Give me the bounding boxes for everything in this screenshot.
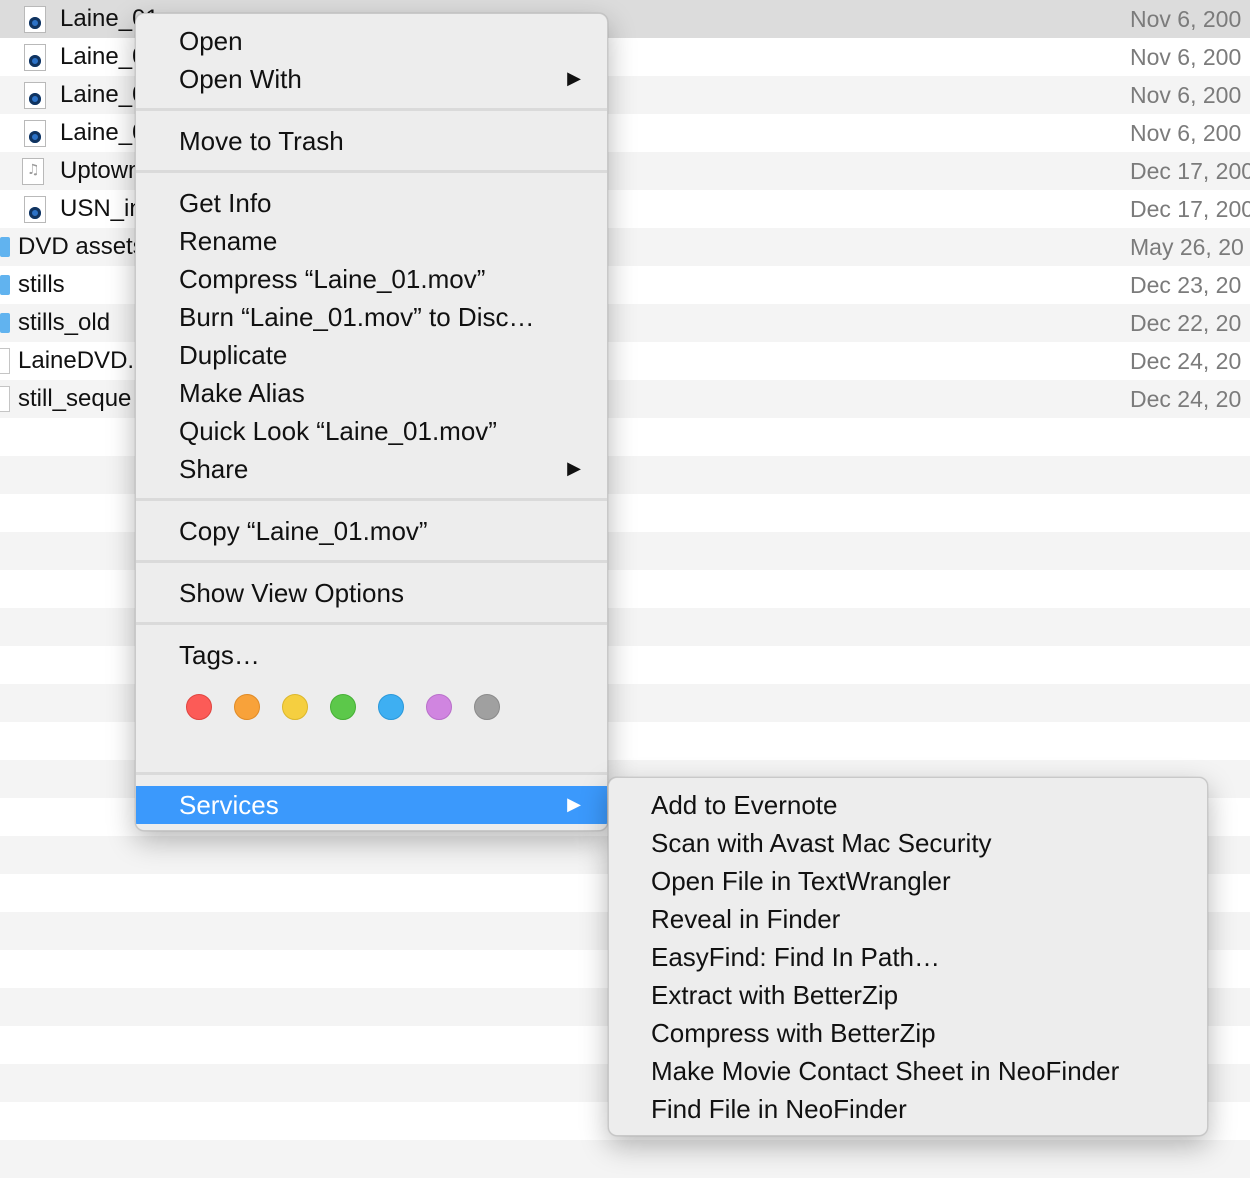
- menu-item-open[interactable]: Open: [136, 22, 607, 60]
- menu-item-move-to-trash[interactable]: Move to Trash: [136, 122, 607, 160]
- tag-yellow-dot[interactable]: [282, 694, 308, 720]
- tag-gray-dot[interactable]: [474, 694, 500, 720]
- menu-item-label: Open With: [179, 64, 302, 94]
- service-item-find-file-neofinder[interactable]: Find File in NeoFinder: [609, 1090, 1207, 1128]
- menu-separator: [136, 170, 607, 173]
- service-item-reveal-in-finder[interactable]: Reveal in Finder: [609, 900, 1207, 938]
- service-item-compress-betterzip[interactable]: Compress with BetterZip: [609, 1014, 1207, 1052]
- movie-file-icon: [24, 120, 46, 147]
- submenu-arrow-icon: ▶: [567, 458, 581, 479]
- movie-file-icon: [24, 44, 46, 71]
- document-icon: [0, 386, 10, 412]
- tag-purple-dot[interactable]: [426, 694, 452, 720]
- file-date: Nov 6, 200: [1130, 44, 1242, 70]
- document-icon: [0, 348, 10, 374]
- menu-item-show-view-options[interactable]: Show View Options: [136, 574, 607, 612]
- menu-item-rename[interactable]: Rename: [136, 222, 607, 260]
- folder-icon: [0, 237, 10, 257]
- menu-item-get-info[interactable]: Get Info: [136, 184, 607, 222]
- context-menu: Open Open With ▶ Move to Trash Get Info …: [135, 13, 608, 831]
- file-name: still_seque: [18, 385, 132, 412]
- service-item-easyfind[interactable]: EasyFind: Find In Path…: [609, 938, 1207, 976]
- menu-item-tags[interactable]: Tags…: [136, 636, 607, 674]
- file-name: stills_old: [18, 309, 111, 336]
- service-item-add-to-evernote[interactable]: Add to Evernote: [609, 786, 1207, 824]
- file-name: Laine_0: [60, 119, 146, 146]
- menu-item-label: Share: [179, 454, 249, 484]
- menu-item-label: Services: [179, 790, 279, 820]
- menu-separator: [136, 622, 607, 625]
- empty-row: [0, 1140, 1250, 1178]
- file-date: Nov 6, 200: [1130, 6, 1242, 32]
- service-item-scan-avast[interactable]: Scan with Avast Mac Security: [609, 824, 1207, 862]
- submenu-arrow-icon: ▶: [567, 68, 581, 89]
- services-submenu: Add to Evernote Scan with Avast Mac Secu…: [608, 777, 1208, 1136]
- menu-item-share[interactable]: Share ▶: [136, 450, 607, 488]
- file-date: Dec 17, 200: [1130, 158, 1250, 184]
- menu-item-make-alias[interactable]: Make Alias: [136, 374, 607, 412]
- tag-orange-dot[interactable]: [234, 694, 260, 720]
- file-date: Dec 17, 200: [1130, 196, 1250, 222]
- movie-file-icon: [24, 82, 46, 109]
- tag-blue-dot[interactable]: [378, 694, 404, 720]
- movie-file-icon: [24, 6, 46, 33]
- menu-separator: [136, 108, 607, 111]
- menu-separator: [136, 772, 607, 775]
- file-date: Dec 22, 20: [1130, 310, 1242, 336]
- service-item-open-textwrangler[interactable]: Open File in TextWrangler: [609, 862, 1207, 900]
- file-date: Dec 24, 20: [1130, 348, 1242, 374]
- menu-item-services[interactable]: Services ▶: [136, 786, 607, 824]
- submenu-arrow-icon: ▶: [567, 794, 581, 815]
- service-item-extract-betterzip[interactable]: Extract with BetterZip: [609, 976, 1207, 1014]
- file-name: Uptown: [60, 157, 142, 184]
- file-name: USN_in: [60, 195, 143, 222]
- file-date: May 26, 20: [1130, 234, 1244, 260]
- menu-item-open-with[interactable]: Open With ▶: [136, 60, 607, 98]
- menu-item-copy[interactable]: Copy “Laine_01.mov”: [136, 512, 607, 550]
- menu-item-quick-look[interactable]: Quick Look “Laine_01.mov”: [136, 412, 607, 450]
- tag-green-dot[interactable]: [330, 694, 356, 720]
- file-date: Nov 6, 200: [1130, 82, 1242, 108]
- menu-item-burn[interactable]: Burn “Laine_01.mov” to Disc…: [136, 298, 607, 336]
- file-date: Nov 6, 200: [1130, 120, 1242, 146]
- tag-red-dot[interactable]: [186, 694, 212, 720]
- file-name: Laine_0: [60, 43, 146, 70]
- movie-file-icon: [24, 196, 46, 223]
- file-name: Laine_0: [60, 81, 146, 108]
- file-date: Dec 24, 20: [1130, 386, 1242, 412]
- audio-file-icon: [22, 158, 44, 185]
- file-name: DVD assets: [18, 233, 145, 260]
- menu-item-compress[interactable]: Compress “Laine_01.mov”: [136, 260, 607, 298]
- menu-separator: [136, 498, 607, 501]
- menu-separator: [136, 560, 607, 563]
- menu-item-duplicate[interactable]: Duplicate: [136, 336, 607, 374]
- file-name: stills: [18, 271, 65, 298]
- file-date: Dec 23, 20: [1130, 272, 1242, 298]
- service-item-contact-sheet-neofinder[interactable]: Make Movie Contact Sheet in NeoFinder: [609, 1052, 1207, 1090]
- folder-icon: [0, 275, 10, 295]
- file-name: LaineDVD.: [18, 347, 135, 374]
- folder-icon: [0, 313, 10, 333]
